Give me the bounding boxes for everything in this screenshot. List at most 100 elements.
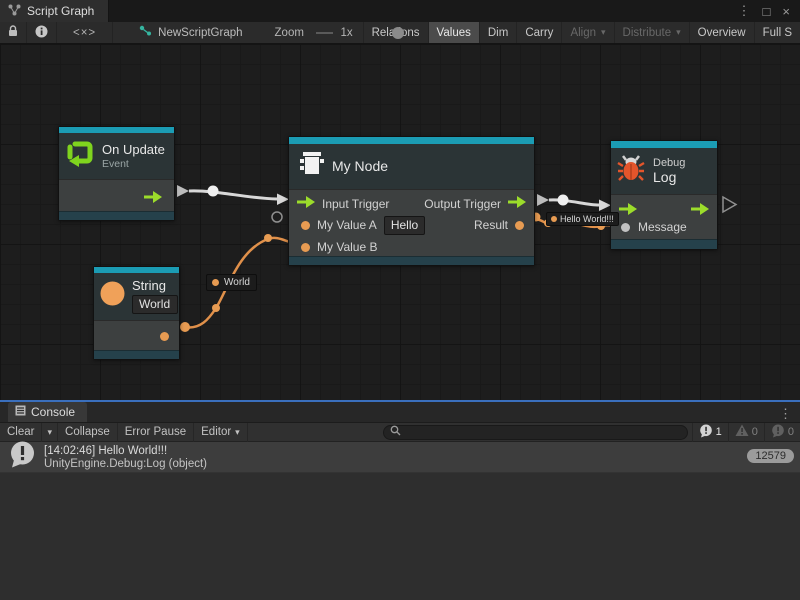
- window-controls: ⋮ □ ×: [734, 0, 800, 22]
- window-maximize-icon[interactable]: □: [759, 4, 775, 19]
- fullscreen-button[interactable]: Full S: [754, 22, 800, 44]
- lock-button[interactable]: [0, 22, 27, 44]
- node-kind: Debug: [653, 157, 685, 169]
- flow-continue-triangle: [723, 197, 736, 212]
- console-search-input[interactable]: [405, 426, 681, 439]
- console-panel: Console ⋮ Clear ▾ Collapse Error Pause E…: [0, 400, 800, 600]
- node-on-update[interactable]: On Update Event: [58, 126, 175, 221]
- output-trigger-label: Output Trigger: [424, 197, 501, 211]
- caret-down-icon: ▾: [235, 427, 240, 438]
- my-value-a-input[interactable]: Hello: [384, 216, 425, 235]
- align-button[interactable]: Align▾: [561, 22, 613, 44]
- console-list-icon: [15, 405, 26, 419]
- node-title: String: [132, 278, 178, 293]
- node-string[interactable]: String World: [93, 266, 180, 360]
- my-value-a-port[interactable]: [301, 221, 310, 230]
- tab-label: Script Graph: [27, 4, 94, 18]
- node-subtitle: Event: [102, 158, 165, 170]
- node-footer: [59, 211, 174, 220]
- string-output-port[interactable]: [160, 332, 169, 341]
- result-label: Result: [474, 218, 508, 232]
- bug-icon: [617, 154, 645, 187]
- graph-toolbar: <×> NewScriptGraph Zoom 1x Relations Val…: [0, 22, 800, 44]
- console-toolbar: Clear ▾ Collapse Error Pause Editor▾ 1: [0, 423, 800, 442]
- wire-value-label-world: World: [206, 274, 257, 291]
- my-value-b-label: My Value B: [317, 240, 377, 254]
- flow-output-port[interactable]: [691, 202, 709, 220]
- value-dot-icon: [212, 279, 219, 286]
- window-tab-bar: Script Graph ⋮ □ ×: [0, 0, 800, 22]
- node-color-bar: [611, 141, 717, 148]
- node-color-bar: [289, 137, 534, 144]
- message-label: Message: [638, 220, 687, 234]
- carry-button[interactable]: Carry: [516, 22, 561, 44]
- result-port[interactable]: [515, 221, 524, 230]
- clear-dropdown-button[interactable]: ▾: [42, 423, 58, 442]
- node-title: On Update: [102, 142, 165, 157]
- flow-output-port[interactable]: [508, 195, 526, 213]
- warning-triangle-icon: [735, 424, 749, 440]
- script-graph-asset-icon: [139, 25, 152, 40]
- log-message: [14:02:46] Hello World!!!: [44, 445, 207, 457]
- graph-asset-name: NewScriptGraph: [158, 27, 242, 39]
- flow-input-port[interactable]: [619, 202, 637, 220]
- node-debug-log[interactable]: Debug Log Message: [610, 140, 718, 250]
- graph-asset-selector[interactable]: NewScriptGraph: [139, 25, 242, 40]
- log-info-bubble-icon: [9, 441, 36, 473]
- my-value-b-port[interactable]: [301, 243, 310, 252]
- collapse-button[interactable]: Collapse: [58, 423, 118, 442]
- lock-icon: [8, 25, 18, 40]
- overview-button[interactable]: Overview: [689, 22, 754, 44]
- caret-down-icon: ▾: [47, 427, 52, 438]
- zoom-slider-track: [316, 32, 334, 34]
- message-port[interactable]: [621, 223, 630, 232]
- edit-code-button[interactable]: <×>: [57, 22, 113, 44]
- wire-my-node-to-debug-log: [537, 194, 611, 211]
- node-title: My Node: [332, 158, 388, 174]
- info-count-badge[interactable]: 1: [692, 423, 728, 442]
- zoom-slider-handle[interactable]: [392, 27, 404, 39]
- info-bubble-icon: [699, 424, 713, 441]
- caret-down-icon: ▾: [601, 27, 606, 38]
- string-value-input[interactable]: World: [132, 295, 178, 314]
- window-close-icon[interactable]: ×: [778, 4, 794, 19]
- graph-canvas[interactable]: On Update Event: [0, 44, 800, 400]
- console-search-field[interactable]: [383, 425, 688, 440]
- unconnected-port-ring: [272, 212, 282, 222]
- distribute-button[interactable]: Distribute▾: [614, 22, 689, 44]
- code-icon: <×>: [73, 27, 96, 39]
- tab-script-graph[interactable]: Script Graph: [0, 0, 109, 22]
- unity-script-graph-window: Script Graph ⋮ □ × <×> NewScriptGraph: [0, 0, 800, 600]
- error-pause-button[interactable]: Error Pause: [118, 423, 194, 442]
- value-dot-icon: [551, 216, 557, 222]
- node-title: Log: [653, 169, 685, 185]
- warning-count-badge[interactable]: 0: [728, 423, 764, 442]
- tab-console[interactable]: Console: [8, 402, 87, 422]
- on-update-event-icon: [65, 138, 95, 173]
- log-collapse-count-badge: 12579: [747, 449, 794, 463]
- flow-output-port[interactable]: [144, 190, 162, 208]
- node-footer: [611, 239, 717, 249]
- input-trigger-label: Input Trigger: [322, 197, 389, 211]
- window-menu-icon[interactable]: ⋮: [734, 3, 755, 19]
- wire-on-update-to-my-node: [177, 185, 289, 205]
- zoom-slider[interactable]: [316, 27, 334, 39]
- clear-button[interactable]: Clear: [0, 423, 42, 442]
- log-stacktrace: UnityEngine.Debug:Log (object): [44, 458, 207, 470]
- values-button[interactable]: Values: [428, 22, 479, 44]
- caret-down-icon: ▾: [676, 27, 681, 38]
- inspect-button[interactable]: [27, 22, 57, 44]
- info-icon: [35, 25, 48, 41]
- editor-dropdown-button[interactable]: Editor▾: [194, 423, 248, 442]
- flow-input-port[interactable]: [297, 195, 315, 213]
- error-bubble-icon: [771, 424, 785, 441]
- zoom-label: Zoom: [275, 27, 304, 39]
- console-menu-icon[interactable]: ⋮: [779, 406, 800, 422]
- log-entry-row[interactable]: [14:02:46] Hello World!!! UnityEngine.De…: [0, 442, 800, 473]
- zoom-value: 1x: [340, 27, 352, 39]
- console-tab-bar: Console ⋮: [0, 402, 800, 423]
- error-count-badge[interactable]: 0: [764, 423, 800, 442]
- node-my-node[interactable]: My Node Input Trigger My Value A Hello M…: [288, 136, 535, 266]
- node-footer: [94, 350, 179, 359]
- dim-button[interactable]: Dim: [479, 22, 516, 44]
